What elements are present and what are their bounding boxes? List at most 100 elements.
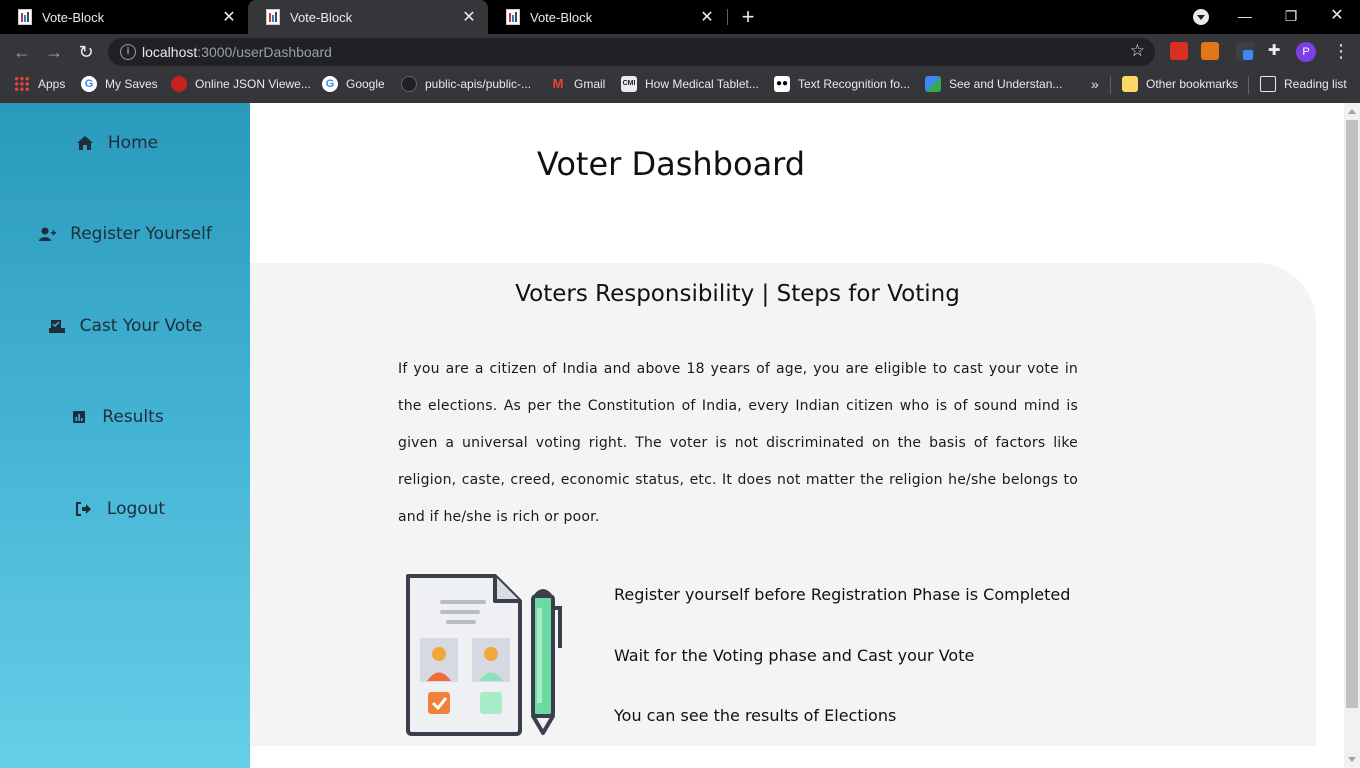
forward-button[interactable]: → (42, 40, 66, 64)
bookmarks-overflow-button[interactable]: » (1091, 70, 1099, 98)
sidebar-item-label: Register Yourself (70, 224, 212, 244)
new-tab-button[interactable]: + (737, 5, 759, 29)
sidebar-item-logout[interactable]: Logout (0, 497, 245, 521)
bookmark-label: Other bookmarks (1146, 77, 1239, 91)
logout-icon (75, 501, 93, 517)
extension-red-icon[interactable] (1170, 42, 1188, 60)
browser-tab-3[interactable]: Vote-Block ✕ (488, 0, 726, 34)
panel-title: Voters Responsibility | Steps for Voting (515, 281, 960, 307)
browser-toolbar: ← → ↻ i localhost:3000/userDashboard ☆ ✚… (0, 34, 1360, 70)
profile-avatar[interactable]: P (1296, 42, 1316, 62)
close-tab-icon[interactable]: ✕ (698, 7, 716, 27)
page-title: Voter Dashboard (536, 145, 806, 183)
sidebar-item-label: Logout (106, 499, 166, 519)
bookmark-label: Gmail (574, 77, 606, 91)
bookmark-label: Reading list (1284, 77, 1347, 91)
sidebar-item-label: Home (107, 133, 159, 153)
bookmark-label: My Saves (105, 77, 158, 91)
page-scrollbar[interactable] (1344, 103, 1360, 768)
ballot-paper-and-pen-icon (400, 568, 570, 738)
home-icon (76, 135, 94, 151)
bookmark-apps[interactable]: Apps (14, 70, 65, 98)
page-favicon-icon (506, 9, 520, 25)
tab-divider (727, 9, 728, 25)
sidebar-item-register[interactable]: Register Yourself (0, 222, 250, 246)
site-info-icon[interactable]: i (120, 44, 136, 60)
bookmark-label: Apps (38, 77, 66, 91)
scrollbar-thumb[interactable] (1346, 120, 1358, 708)
browser-tab-strip: Vote-Block ✕ Vote-Block ✕ Vote-Block ✕ +… (0, 0, 1360, 34)
tab-title: Vote-Block (42, 9, 105, 25)
user-plus-icon (38, 226, 57, 242)
voting-step-3: You can see the results of Elections (614, 706, 897, 725)
browser-tab-2[interactable]: Vote-Block ✕ (248, 0, 488, 34)
reading-list-button[interactable]: Reading list (1260, 70, 1347, 98)
close-tab-icon[interactable]: ✕ (460, 7, 478, 27)
restore-button[interactable]: ❐ (1268, 0, 1314, 34)
bookmark-other-bookmarks[interactable]: Other bookmarks (1122, 70, 1238, 98)
bookmark-label: Google (346, 77, 385, 91)
tab-title: Vote-Block (530, 9, 593, 25)
voting-steps-panel: Voters Responsibility | Steps for Voting… (250, 263, 1316, 746)
page-bottom-area (250, 746, 1344, 768)
bookmark-divider (1248, 76, 1249, 94)
address-bar[interactable]: i localhost:3000/userDashboard ☆ (108, 38, 1155, 66)
tab-search-icon[interactable] (1193, 9, 1209, 25)
bookmark-label: See and Understan... (949, 77, 1063, 91)
url-text[interactable]: localhost:3000/userDashboard (142, 44, 332, 60)
vote-box-icon (48, 318, 66, 334)
json-viewer-icon (171, 76, 187, 92)
folder-icon (1122, 76, 1138, 92)
page-favicon-icon (18, 9, 32, 25)
chart-icon (70, 409, 88, 425)
sidebar-item-label: Cast Your Vote (79, 316, 203, 336)
sidebar-item-label: Results (102, 407, 164, 427)
bookmark-medical-tablet[interactable]: CMI How Medical Tablet... (621, 70, 759, 98)
github-icon (401, 76, 417, 92)
close-window-button[interactable]: ✕ (1314, 0, 1360, 34)
bookmark-label: public-apis/public-... (425, 77, 532, 91)
bookmarks-bar: Apps G My Saves Online JSON Viewe... G G… (0, 70, 1360, 103)
bookmark-star-icon[interactable]: ☆ (1130, 41, 1145, 61)
bookmark-see-and-understand[interactable]: See and Understan... (925, 70, 1062, 98)
bookmark-text-recognition[interactable]: ●● Text Recognition fo... (774, 70, 910, 98)
metamask-fox-icon[interactable] (1201, 42, 1219, 60)
minimize-button[interactable]: — (1222, 0, 1268, 34)
medium-icon: ●● (774, 76, 790, 92)
gmail-icon: M (552, 76, 564, 91)
bookmark-json-viewer[interactable]: Online JSON Viewe... (171, 70, 311, 98)
sidebar: Home Register Yourself Cast Your Vote Re… (0, 103, 250, 768)
reading-list-icon (1260, 76, 1276, 92)
cmi-icon: CMI (621, 76, 637, 92)
back-button[interactable]: ← (10, 40, 34, 64)
apps-grid-icon (14, 76, 30, 92)
google-icon: G (322, 76, 338, 92)
eligibility-paragraph: If you are a citizen of India and above … (398, 361, 1078, 525)
scroll-up-arrow-icon[interactable] (1348, 109, 1356, 114)
bookmark-gmail[interactable]: M Gmail (550, 70, 606, 98)
bookmark-label: How Medical Tablet... (645, 77, 759, 91)
main-content: Voter Dashboard Voters Responsibility | … (250, 103, 1344, 768)
voting-step-2: Wait for the Voting phase and Cast your … (614, 646, 975, 665)
tab-title: Vote-Block (290, 9, 353, 25)
sidebar-item-results[interactable]: Results (0, 405, 242, 429)
bookmark-my-saves[interactable]: G My Saves (81, 70, 158, 98)
reload-button[interactable]: ↻ (74, 40, 98, 64)
url-host: localhost (142, 44, 198, 60)
extensions-puzzle-icon[interactable]: ✚ (1265, 42, 1283, 60)
bookmark-label: Online JSON Viewe... (195, 77, 311, 91)
sidebar-item-home[interactable]: Home (0, 131, 242, 155)
sidebar-item-cast-vote[interactable]: Cast Your Vote (0, 314, 250, 338)
bookmark-divider (1110, 76, 1111, 94)
bookmark-google[interactable]: G Google (322, 70, 385, 98)
extension-pen-icon[interactable] (1236, 42, 1254, 60)
browser-tab-1[interactable]: Vote-Block ✕ (0, 0, 248, 34)
voting-step-1: Register yourself before Registration Ph… (614, 585, 1071, 604)
bookmark-public-apis[interactable]: public-apis/public-... (401, 70, 531, 98)
url-path: :3000/userDashboard (197, 44, 332, 60)
close-tab-icon[interactable]: ✕ (220, 7, 238, 27)
browser-menu-icon[interactable]: ⋮ (1332, 40, 1350, 62)
bookmark-label: Text Recognition fo... (798, 77, 911, 91)
scroll-down-arrow-icon[interactable] (1348, 757, 1356, 762)
page-favicon-icon (266, 9, 280, 25)
